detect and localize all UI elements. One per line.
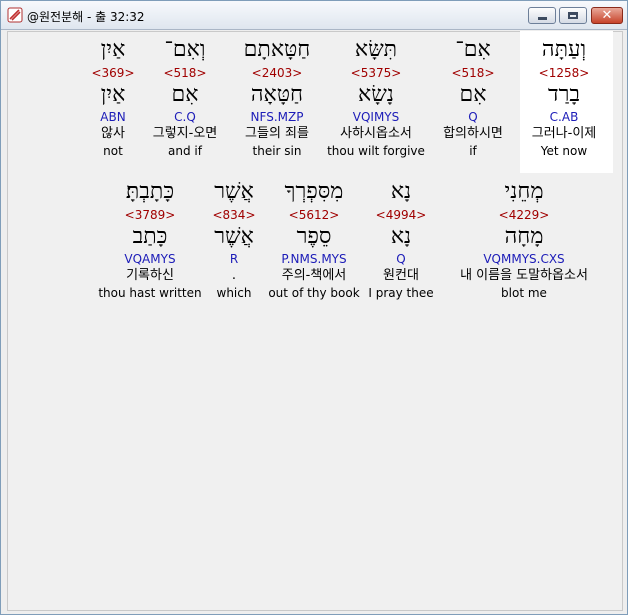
strong-number[interactable]: <1258> xyxy=(499,65,628,81)
close-icon: ✕ xyxy=(601,8,613,23)
minimize-icon xyxy=(538,17,547,20)
word-cell-selected[interactable]: וְעַתָּה <1258> בָרַד C.AB 그러나-이제 Yet no… xyxy=(499,35,628,159)
app-window: @원전분해 - 출 32:32 ✕ אַיִן <369> אַיִן ABN … xyxy=(0,0,628,615)
maximize-button[interactable] xyxy=(559,7,587,24)
korean-gloss: 그러나-이제 xyxy=(531,126,597,141)
window-title: @원전분해 - 출 32:32 xyxy=(27,10,145,24)
word-cell[interactable]: מְחֵנִי <4229> מָחָה VQMMYS.CXS 내 이름을 도말… xyxy=(434,177,614,301)
english-gloss: Yet now xyxy=(540,144,588,158)
morphology: VQMMYS.CXS xyxy=(483,252,565,266)
hebrew-word: מְחֵנִי xyxy=(504,179,544,204)
close-button[interactable]: ✕ xyxy=(591,7,623,24)
minimize-button[interactable] xyxy=(528,7,556,24)
morphology: C.AB xyxy=(549,110,579,124)
korean-gloss: 내 이름을 도말하옵소서 xyxy=(460,268,588,283)
english-gloss: blot me xyxy=(501,286,547,300)
hebrew-word: וְעַתָּה xyxy=(541,37,587,62)
title-bar[interactable]: @원전분해 - 출 32:32 ✕ xyxy=(1,1,627,30)
strong-number[interactable]: <4229> xyxy=(434,207,614,223)
lemma: מָחָה xyxy=(504,224,544,249)
maximize-icon xyxy=(568,12,578,19)
lemma: בָרַד xyxy=(548,82,580,107)
app-icon xyxy=(7,7,23,23)
